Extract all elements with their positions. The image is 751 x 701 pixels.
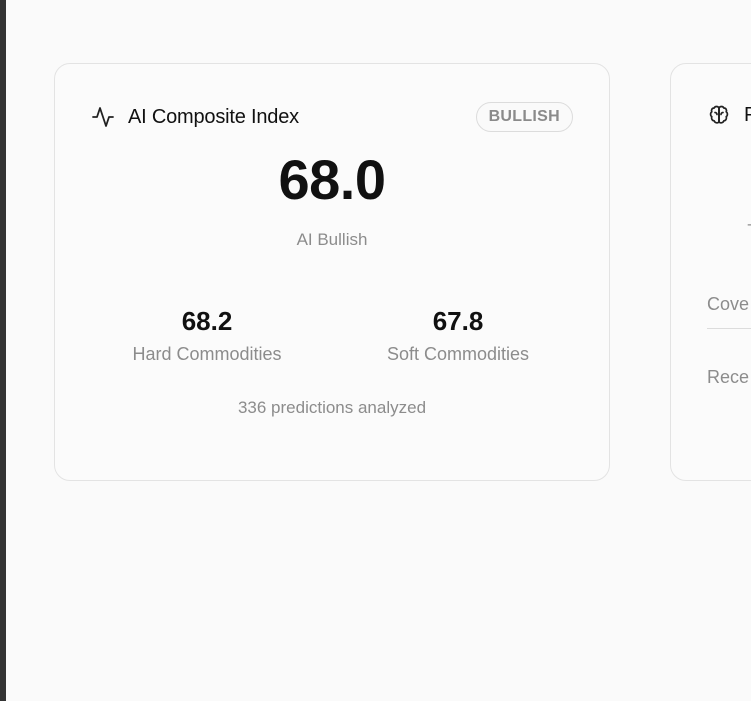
page: AI Composite Index BULLISH 68.0 AI Bulli… — [0, 0, 751, 701]
card-title-wrap: AI Composite Index — [91, 105, 299, 129]
coverage-label: Cove — [707, 294, 750, 314]
ai-composite-index-card: AI Composite Index BULLISH 68.0 AI Bulli… — [54, 63, 610, 481]
activity-icon — [91, 105, 115, 129]
second-card-title: P — [744, 103, 751, 126]
brain-icon — [707, 103, 731, 127]
card-title: AI Composite Index — [128, 105, 299, 128]
hard-commodities-label: Hard Commodities — [132, 344, 282, 364]
status-badge: BULLISH — [475, 102, 573, 132]
soft-commodities-value: 67.8 — [432, 306, 484, 336]
divider — [707, 328, 751, 329]
second-card-header: P — [707, 103, 751, 127]
second-card-partial: P - Cove Rece — [670, 63, 751, 481]
window-left-edge — [0, 0, 6, 701]
hard-commodities-value: 68.2 — [181, 306, 233, 336]
predictions-count: 336 predictions analyzed — [237, 398, 427, 417]
recent-label: Rece — [707, 367, 750, 387]
soft-commodities-label: Soft Commodities — [386, 344, 530, 364]
hard-commodities-stat: 68.2 Hard Commodities — [97, 304, 317, 365]
soft-commodities-stat: 67.8 Soft Commodities — [348, 304, 568, 365]
composite-index-value: 68.0 — [278, 148, 387, 211]
composite-index-label: AI Bullish — [296, 230, 368, 249]
card-header: AI Composite Index BULLISH — [91, 100, 573, 134]
second-card-value-fragment: - — [747, 216, 751, 234]
